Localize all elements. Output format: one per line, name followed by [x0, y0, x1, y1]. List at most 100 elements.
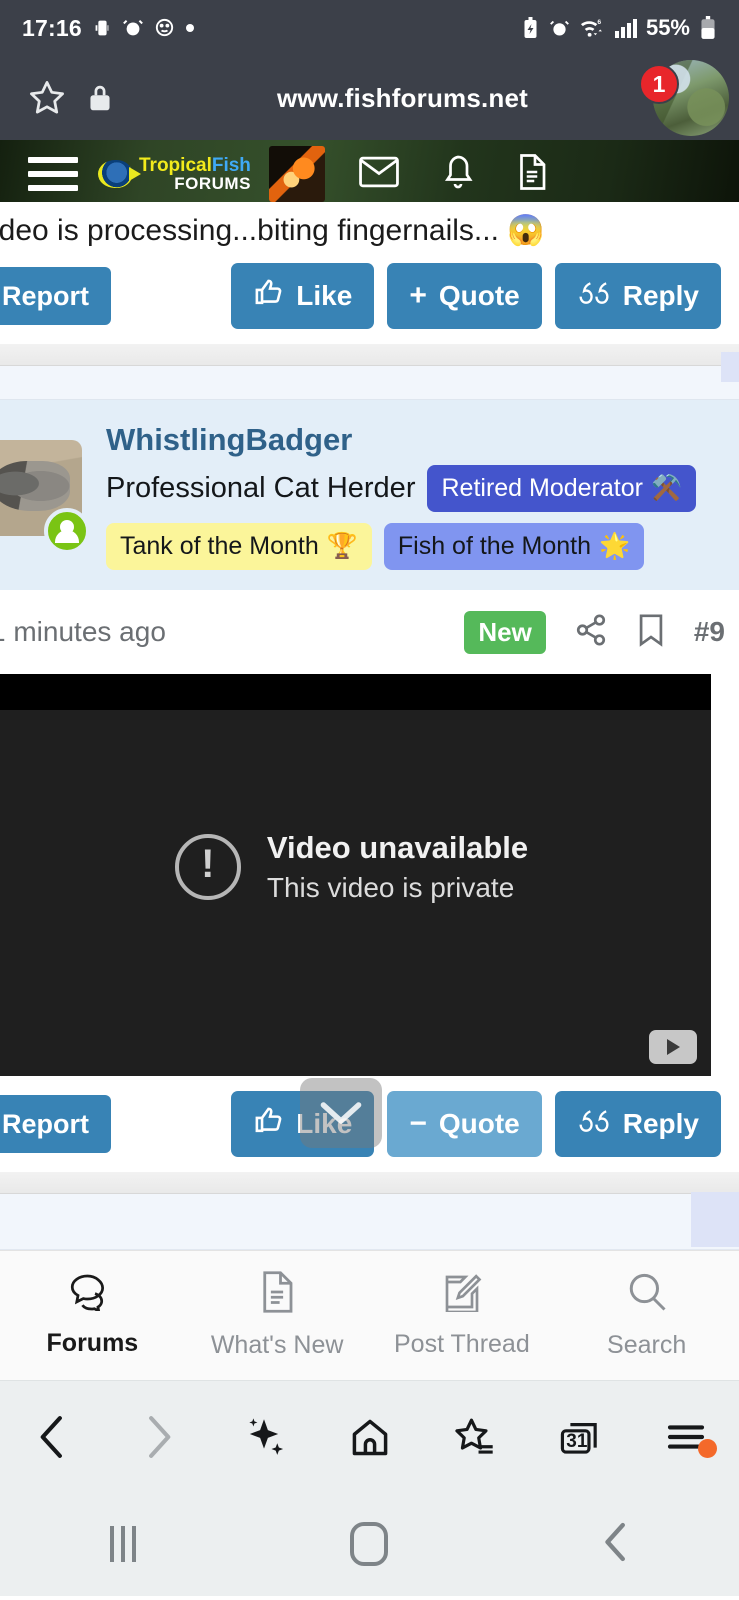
exclamation-circle-icon: !	[174, 833, 241, 900]
recents-icon	[110, 1526, 137, 1562]
svg-text:6: 6	[597, 19, 601, 26]
menu-notification-dot	[698, 1438, 718, 1458]
document-icon[interactable]	[517, 153, 547, 195]
thumbs-up-icon	[253, 1105, 284, 1143]
quote-button[interactable]: + Quote	[387, 263, 542, 329]
badge-retired-moderator: Retired Moderator ⚒️	[427, 465, 697, 512]
battery-percent: 55%	[645, 15, 690, 40]
mail-icon[interactable]	[359, 156, 399, 193]
badge-tank-of-the-month: Tank of the Month 🏆	[106, 523, 372, 570]
nav-label: Post Thread	[394, 1330, 530, 1358]
post-divider-pale	[0, 366, 739, 400]
status-time: 17:16	[22, 14, 82, 41]
quote-marks-icon	[577, 279, 611, 314]
fish-logo-icon	[98, 160, 141, 188]
bookmark-star-icon[interactable]	[18, 76, 76, 120]
tabs-button[interactable]: 31	[528, 1415, 634, 1459]
search-icon	[626, 1271, 668, 1318]
quote-marks-icon	[577, 1107, 611, 1142]
thread-footer-space	[0, 1194, 739, 1250]
badge-label: Retired Moderator	[441, 474, 643, 502]
bookmark-icon[interactable]	[636, 613, 666, 652]
bell-icon[interactable]	[441, 154, 475, 195]
nav-label: What's New	[210, 1331, 344, 1359]
menu-button[interactable]	[633, 1421, 739, 1458]
nav-item-whats-new[interactable]: What's New	[185, 1271, 370, 1360]
site-header: TropicalFish FORUMS	[0, 140, 739, 208]
alarm-icon	[549, 18, 570, 39]
ai-assist-button[interactable]	[211, 1414, 317, 1460]
badge-label: Fish of the Month	[397, 532, 592, 560]
recents-button[interactable]	[0, 1526, 246, 1562]
battery-icon	[699, 16, 717, 40]
quote-button-active[interactable]: − Quote	[387, 1091, 542, 1157]
url-text[interactable]: www.fishforums.net	[124, 83, 721, 114]
tab-count: 31	[566, 1430, 588, 1452]
like-button[interactable]: Like	[231, 263, 375, 329]
post-number[interactable]: #9	[694, 616, 725, 648]
online-status-icon	[44, 508, 90, 554]
bookmarks-button[interactable]	[422, 1415, 528, 1459]
scroll-down-button[interactable]	[300, 1078, 382, 1148]
report-button[interactable]: Report	[0, 267, 111, 325]
trophy-icon: 🏆	[326, 532, 358, 560]
post-timestamp[interactable]: 1 minutes ago	[0, 616, 166, 648]
badge-fish-of-the-month: Fish of the Month 🌟	[383, 523, 645, 570]
post-divider	[0, 344, 739, 366]
logo-part-fish: Fish	[211, 155, 251, 176]
scroll-strip-upper[interactable]	[721, 352, 739, 382]
nav-item-search[interactable]: Search	[554, 1271, 739, 1360]
video-unavailable-subtitle: This video is private	[266, 871, 515, 903]
hammers-icon: ⚒️	[650, 474, 683, 502]
scroll-strip[interactable]	[691, 1192, 739, 1247]
username[interactable]: WhistlingBadger	[106, 422, 739, 458]
youtube-play-icon[interactable]	[649, 1030, 697, 1064]
emoji-icon	[153, 17, 176, 40]
forum-bottom-nav: Forums What's New Post Thread Search	[0, 1250, 739, 1380]
star-icon: 🌟	[599, 532, 631, 560]
plus-icon: +	[409, 279, 427, 312]
notification-badge: 1	[639, 64, 679, 104]
wifi-6-icon: 6	[579, 17, 606, 39]
nav-item-post-thread[interactable]: Post Thread	[370, 1272, 555, 1359]
vibrate-icon	[91, 17, 113, 39]
share-icon[interactable]	[574, 613, 608, 652]
post-divider	[0, 1172, 739, 1194]
user-title: Professional Cat Herder	[106, 472, 416, 504]
nav-label: Forums	[46, 1329, 139, 1357]
back-button[interactable]	[493, 1520, 739, 1569]
logo-part-tropical: Tropical	[139, 155, 212, 176]
minus-icon: −	[409, 1107, 427, 1140]
quote-label: Quote	[438, 280, 520, 311]
post-meta-row: 1 minutes ago New #9	[0, 590, 739, 674]
home-button[interactable]	[317, 1415, 423, 1459]
logo-part-forums: FORUMS	[174, 174, 251, 193]
nav-label: Search	[607, 1331, 687, 1359]
chat-bubbles-icon	[69, 1273, 115, 1316]
compose-icon	[442, 1272, 482, 1317]
lock-icon	[76, 83, 124, 113]
post-user-header: WhistlingBadger Professional Cat Herder …	[0, 400, 739, 590]
dot-icon	[185, 23, 195, 33]
report-button[interactable]: Report	[0, 1095, 111, 1153]
quote-label: Quote	[438, 1108, 520, 1139]
video-unavailable-title: Video unavailable	[266, 829, 529, 865]
post-body-truncated: ideo is processing...biting fingernails.…	[0, 214, 545, 247]
fish-thumbnail[interactable]	[268, 146, 325, 202]
like-label: Like	[296, 280, 353, 311]
android-status-bar: 17:16 6 55%	[0, 0, 739, 56]
site-logo[interactable]: TropicalFish FORUMS	[98, 156, 251, 192]
site-menu-button[interactable]	[14, 157, 92, 191]
home-button[interactable]	[246, 1522, 492, 1566]
browser-url-bar[interactable]: www.fishforums.net 1	[0, 56, 739, 140]
back-button[interactable]	[0, 1413, 106, 1461]
browser-toolbar: 31	[0, 1380, 739, 1492]
embedded-video[interactable]: ! Video unavailable This video is privat…	[0, 674, 711, 1076]
reply-button[interactable]: Reply	[554, 1091, 721, 1157]
post-actions-row: Report Like + Quote Reply	[0, 248, 739, 344]
thumbs-up-icon	[253, 277, 284, 315]
nav-item-forums[interactable]: Forums	[0, 1273, 185, 1358]
home-icon	[350, 1522, 389, 1566]
reply-label: Reply	[622, 280, 699, 311]
reply-button[interactable]: Reply	[554, 263, 721, 329]
